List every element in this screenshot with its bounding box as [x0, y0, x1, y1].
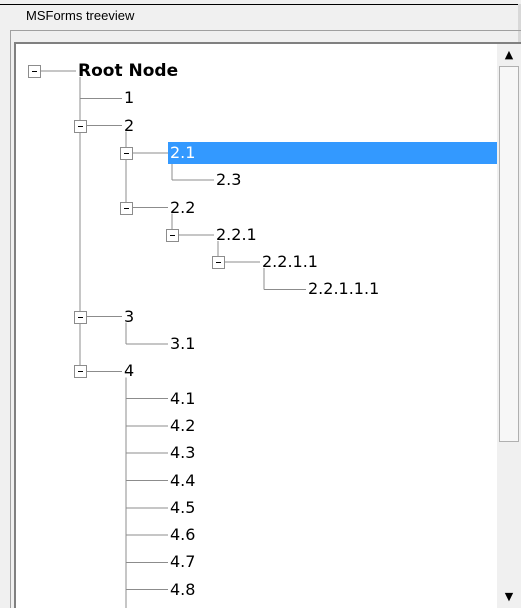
collapse-toggle-icon[interactable] — [28, 65, 41, 78]
treeview[interactable]: Root Node 1 2 2.1 2.3 2.2 2.2.1 2.2.1.1 2.2.1.1.… — [16, 44, 497, 608]
tree-node[interactable]: 2.2.1 — [214, 225, 259, 245]
tree-node[interactable]: 4.7 — [168, 552, 197, 572]
tree-node[interactable]: 1 — [122, 88, 136, 108]
tree-node[interactable]: 4.2 — [168, 416, 197, 436]
tree-node[interactable]: 4.3 — [168, 443, 197, 463]
tree-node[interactable]: 4.6 — [168, 525, 197, 545]
collapse-toggle-icon[interactable] — [120, 146, 133, 160]
frame-caption: MSForms treeview — [26, 8, 135, 23]
down-arrow-icon: ▼ — [504, 590, 514, 603]
scroll-up-button[interactable]: ▲ — [497, 44, 521, 66]
collapse-toggle-icon[interactable] — [74, 365, 87, 379]
collapse-toggle-icon[interactable] — [74, 310, 87, 324]
tree-node[interactable]: 4.4 — [168, 471, 197, 491]
selection-highlight — [168, 141, 497, 164]
collapse-toggle-icon[interactable] — [120, 201, 133, 215]
up-arrow-icon: ▲ — [504, 48, 514, 61]
tree-node[interactable]: 2.2.1.1 — [260, 252, 320, 272]
tree-node[interactable]: 2 — [122, 116, 136, 136]
tree-node[interactable]: 4 — [122, 361, 136, 381]
tree-node[interactable]: 4.8 — [168, 580, 197, 600]
tree-connector-lines — [41, 70, 306, 608]
tree-node[interactable]: 2.3 — [214, 170, 243, 190]
tree-node[interactable]: 2.2.1.1.1 — [306, 279, 381, 299]
vertical-scrollbar[interactable]: ▲ ▼ — [497, 44, 521, 608]
top-rule — [0, 4, 521, 5]
tree-node[interactable]: 4.1 — [168, 389, 197, 409]
scroll-down-button[interactable]: ▼ — [497, 586, 521, 608]
collapse-toggle-icon[interactable] — [166, 228, 179, 242]
tree-root-node[interactable]: Root Node — [76, 61, 180, 81]
scroll-thumb[interactable] — [499, 66, 519, 442]
tree-node[interactable]: 2.2 — [168, 198, 197, 218]
tree-node[interactable]: 2.1 — [168, 143, 197, 163]
collapse-toggle-icon[interactable] — [74, 119, 87, 133]
collapse-toggle-icon[interactable] — [212, 256, 225, 270]
tree-node[interactable]: 3.1 — [168, 334, 197, 354]
tree-node[interactable]: 4.5 — [168, 498, 197, 518]
tree-node[interactable]: 3 — [122, 307, 136, 327]
